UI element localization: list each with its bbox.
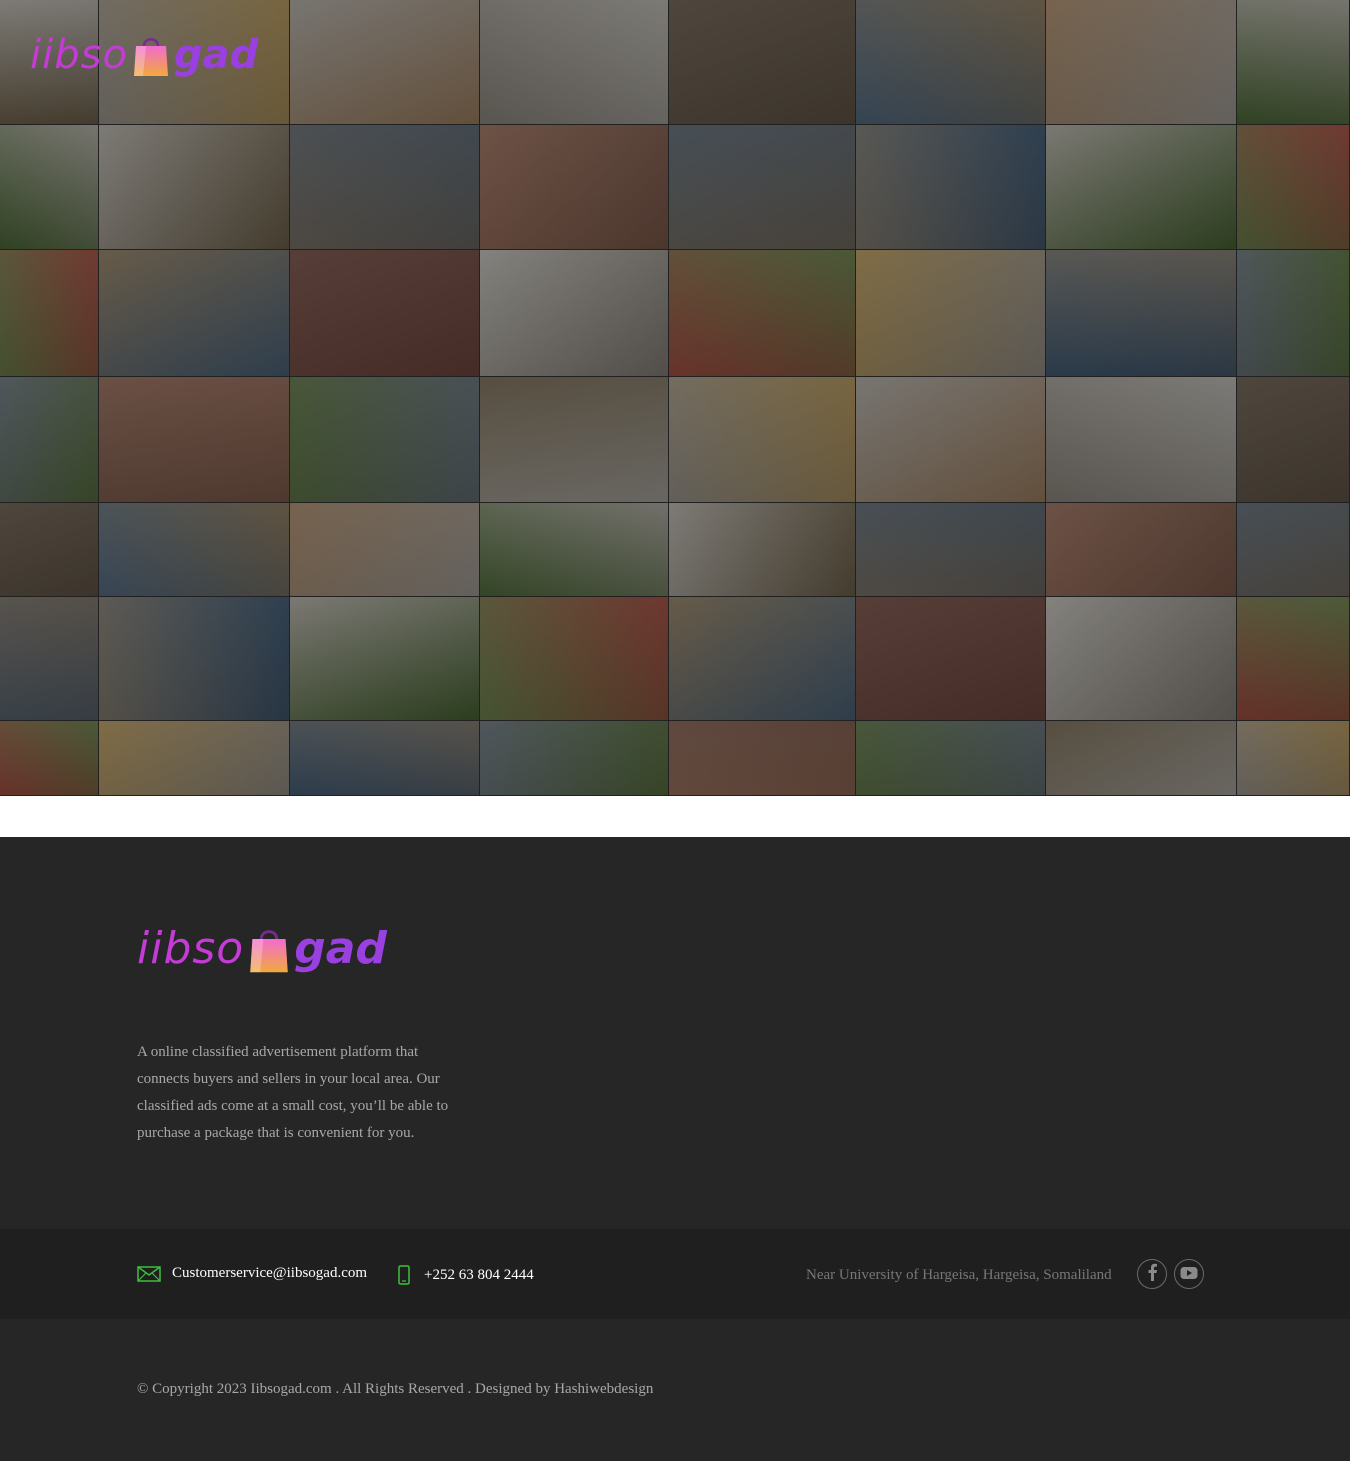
logo-text-gad: gad xyxy=(294,923,387,974)
mobile-phone-icon xyxy=(398,1265,410,1285)
section-spacer xyxy=(0,796,1350,837)
footer-description: A online classified advertisement platfo… xyxy=(137,1044,449,1141)
copyright-bar: © Copyright 2023 Iibsogad.com . All Righ… xyxy=(0,1319,1350,1461)
contact-bar: Customerservice@iibsogad.com +252 63 804… xyxy=(0,1229,1350,1319)
logo-text-gad: gad xyxy=(173,32,259,78)
envelope-icon xyxy=(137,1265,161,1282)
hero-overlay xyxy=(0,0,1350,796)
facebook-icon xyxy=(1146,1263,1158,1285)
email-text: Customerservice@iibsogad.com xyxy=(172,1265,368,1281)
header-logo-link[interactable]: iibso gad xyxy=(30,30,258,80)
hero-banner: iibso gad xyxy=(0,0,1350,796)
shopping-bag-icon xyxy=(132,33,170,77)
phone-link[interactable]: +252 63 804 2444 xyxy=(398,1265,534,1285)
footer: iibso gad A online classified advertisem… xyxy=(0,837,1350,1229)
footer-brand-logo: iibso gad xyxy=(137,923,387,974)
brand-logo: iibso gad xyxy=(30,32,258,78)
youtube-icon xyxy=(1180,1265,1198,1284)
phone-text: +252 63 804 2444 xyxy=(424,1266,534,1283)
shopping-bag-icon xyxy=(248,924,290,974)
youtube-link[interactable] xyxy=(1174,1259,1204,1289)
address-text: Near University of Hargeisa, Hargeisa, S… xyxy=(806,1267,1112,1283)
copyright-text: © Copyright 2023 Iibsogad.com . All Righ… xyxy=(137,1381,654,1397)
logo-text-iibso: iibso xyxy=(137,923,245,974)
footer-logo-link[interactable]: iibso gad xyxy=(137,923,387,974)
logo-text-iibso: iibso xyxy=(30,32,128,78)
facebook-link[interactable] xyxy=(1137,1259,1167,1289)
email-link[interactable]: Customerservice@iibsogad.com xyxy=(137,1265,367,1282)
